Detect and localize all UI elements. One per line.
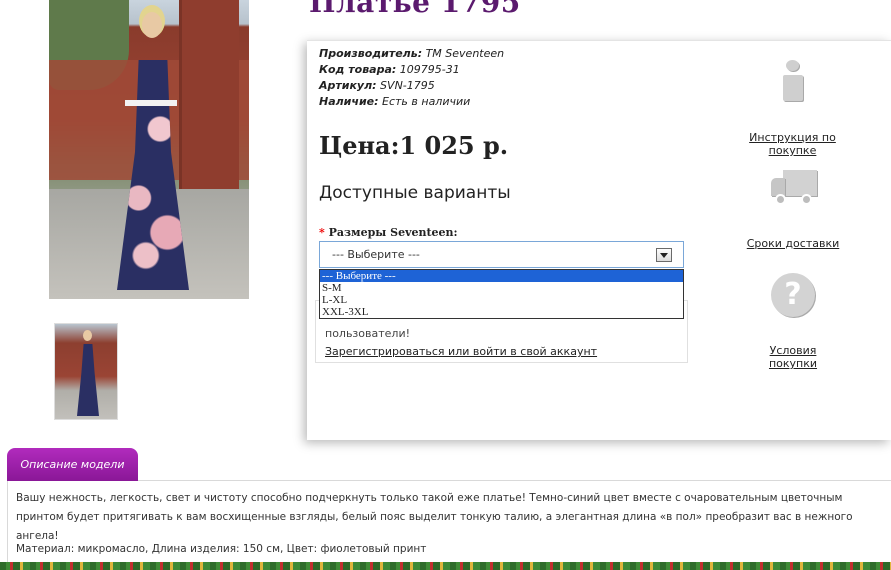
truck-icon: [769, 168, 819, 210]
size-option-l-xl[interactable]: L-XL: [320, 294, 683, 306]
chevron-down-icon[interactable]: [656, 248, 672, 262]
login-note-text: пользователи!: [325, 327, 411, 340]
product-attributes: Производитель: TM Seventeen Код товара: …: [319, 46, 504, 110]
size-label: * Размеры Seventeen:: [319, 226, 458, 239]
size-option-s-m[interactable]: S-M: [320, 282, 683, 294]
login-register-link[interactable]: Зарегистрироваться или войти в свой акка…: [325, 345, 597, 358]
thumb-dress: [77, 344, 99, 416]
attr-availability: Наличие: Есть в наличии: [319, 95, 471, 108]
tab-description[interactable]: Описание модели: [7, 448, 138, 481]
photo-belt: [125, 100, 177, 106]
attr-article: Артикул: SVN-1795: [319, 79, 435, 92]
product-thumbnail[interactable]: [54, 323, 118, 420]
attr-manufacturer: Производитель: TM Seventeen: [319, 47, 505, 60]
size-dropdown-list[interactable]: --- Выберите --- S-M L-XL XXL-3XL: [319, 269, 684, 319]
material-info: Материал: микромасло, Длина изделия: 150…: [16, 543, 427, 555]
size-option-xxl-3xl[interactable]: XXL-3XL: [320, 306, 683, 318]
product-title: Платье 1795: [309, 0, 521, 19]
size-option-placeholder[interactable]: --- Выберите ---: [320, 270, 683, 282]
photo-model-head: [142, 12, 162, 38]
attr-product-code: Код товара: 109795-31: [319, 63, 460, 76]
size-select-value: --- Выберите ---: [332, 248, 420, 261]
product-main-image[interactable]: [49, 0, 249, 299]
purchase-conditions-link[interactable]: Условия покупки: [745, 344, 841, 370]
delivery-times-link[interactable]: Сроки доставки: [745, 237, 841, 250]
info-icon: [781, 60, 805, 102]
photo-tower: [179, 0, 239, 200]
description-text: Вашу нежность, легкость, свет и чистоту …: [16, 492, 853, 542]
size-label-text: Размеры Seventeen:: [328, 226, 458, 239]
thumb-model-head: [83, 330, 92, 341]
variants-heading: Доступные варианты: [319, 183, 511, 203]
required-mark: *: [319, 226, 325, 239]
purchase-instructions-link[interactable]: Инструкция по покупке: [730, 131, 855, 157]
garland-decoration: [0, 562, 891, 570]
question-icon: ?: [771, 273, 815, 317]
product-price: Цена:1 025 р.: [319, 131, 509, 160]
size-select[interactable]: --- Выберите ---: [319, 241, 684, 268]
